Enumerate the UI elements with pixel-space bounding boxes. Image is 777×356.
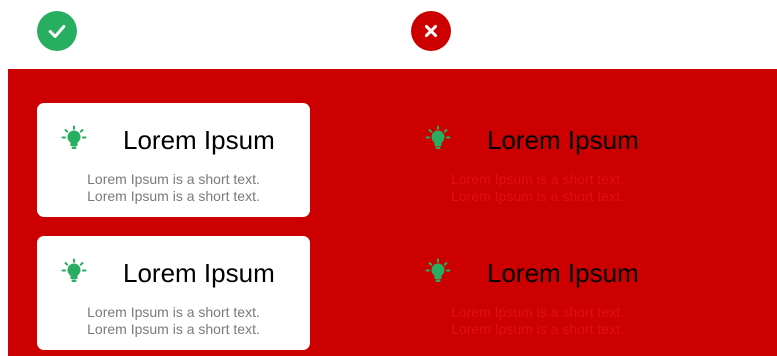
card-body-line: Lorem Ipsum is a short text.	[451, 321, 624, 337]
good-example-card: Lorem Ipsum Lorem Ipsum is a short text.…	[37, 103, 310, 217]
card-body-line: Lorem Ipsum is a short text.	[451, 171, 624, 187]
card-body: Lorem Ipsum is a short text. Lorem Ipsum…	[37, 171, 310, 205]
good-example-card: Lorem Ipsum Lorem Ipsum is a short text.…	[37, 236, 310, 350]
red-background-panel: Lorem Ipsum Lorem Ipsum is a short text.…	[8, 69, 777, 356]
lightbulb-icon	[61, 258, 87, 282]
card-body-line: Lorem Ipsum is a short text.	[87, 171, 260, 187]
card-body: Lorem Ipsum is a short text. Lorem Ipsum…	[401, 171, 674, 205]
card-title: Lorem Ipsum	[123, 125, 275, 155]
x-icon	[424, 24, 438, 38]
card-body: Lorem Ipsum is a short text. Lorem Ipsum…	[37, 304, 310, 338]
check-icon	[48, 24, 66, 38]
card-body-line: Lorem Ipsum is a short text.	[87, 321, 260, 337]
card-title: Lorem Ipsum	[123, 258, 275, 288]
card-body-line: Lorem Ipsum is a short text.	[87, 304, 260, 320]
bad-example-card: Lorem Ipsum Lorem Ipsum is a short text.…	[401, 236, 674, 350]
x-badge	[411, 11, 451, 51]
card-title: Lorem Ipsum	[487, 258, 639, 288]
card-body-line: Lorem Ipsum is a short text.	[451, 304, 624, 320]
lightbulb-icon	[61, 125, 87, 149]
check-badge	[37, 11, 77, 51]
bad-example-card: Lorem Ipsum Lorem Ipsum is a short text.…	[401, 103, 674, 217]
card-body-line: Lorem Ipsum is a short text.	[87, 188, 260, 204]
lightbulb-icon	[425, 125, 451, 149]
card-body-line: Lorem Ipsum is a short text.	[451, 188, 624, 204]
lightbulb-icon	[425, 258, 451, 282]
card-title: Lorem Ipsum	[487, 125, 639, 155]
card-body: Lorem Ipsum is a short text. Lorem Ipsum…	[401, 304, 674, 338]
